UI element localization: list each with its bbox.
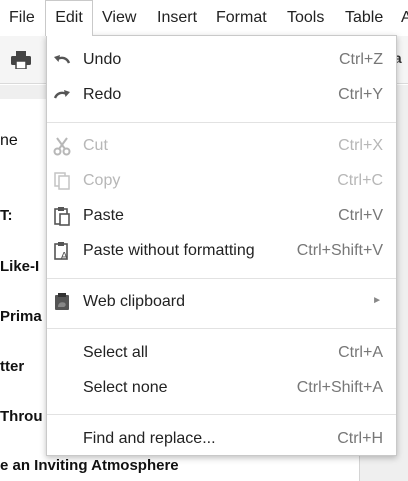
menu-table[interactable]: Table [345, 0, 383, 36]
web-clipboard-icon [55, 293, 69, 310]
menu-item-shortcut: Ctrl+H [337, 430, 383, 447]
menu-item-web-clipboard[interactable]: Web clipboard ► [47, 285, 396, 319]
menu-item-label: Paste without formatting [83, 242, 255, 259]
menu-view[interactable]: View [102, 0, 136, 36]
document-line: tter [0, 358, 25, 375]
menu-item-select-all[interactable]: Select all Ctrl+A [47, 336, 396, 370]
menu-separator [47, 122, 396, 123]
edit-menu-dropdown: Undo Ctrl+Z Redo Ctrl+Y Cut Ctrl+X Copy … [46, 35, 397, 456]
document-line: e an Inviting Atmosphere [0, 457, 179, 474]
copy-icon [54, 172, 70, 190]
menu-item-undo[interactable]: Undo Ctrl+Z [47, 43, 396, 77]
menu-item-paste[interactable]: Paste Ctrl+V [47, 199, 396, 233]
menu-item-shortcut: Ctrl+Shift+A [296, 379, 383, 396]
document-line: Prima [0, 308, 42, 325]
submenu-arrow-icon: ► [372, 295, 382, 306]
menu-item-label: Select all [83, 344, 148, 361]
menu-item-find-and-replace[interactable]: Find and replace... Ctrl+H [47, 422, 396, 456]
menu-item-shortcut: Ctrl+X [338, 137, 383, 154]
document-line: Like-I [0, 258, 40, 275]
document-line: ne [0, 132, 18, 149]
menu-bar: File Edit View Insert Format Tools Table… [0, 0, 408, 36]
svg-text:A: A [61, 251, 69, 262]
menu-separator [47, 328, 396, 329]
menu-item-label: Select none [83, 379, 168, 396]
menu-item-shortcut: Ctrl+V [338, 207, 383, 224]
menu-item-label: Cut [83, 137, 108, 154]
menu-item-shortcut: Ctrl+A [338, 344, 383, 361]
menu-item-label: Undo [83, 51, 122, 68]
menu-separator [47, 278, 396, 279]
document-line: T: [0, 207, 13, 224]
menu-item-label: Copy [83, 172, 121, 189]
menu-edit[interactable]: Edit [45, 0, 93, 36]
menu-item-shortcut: Ctrl+C [337, 172, 383, 189]
menu-item-cut: Cut Ctrl+X [47, 129, 396, 163]
menu-item-shortcut: Ctrl+Shift+V [296, 242, 383, 259]
menu-item-copy: Copy Ctrl+C [47, 164, 396, 198]
scissors-icon [53, 137, 71, 156]
clipboard-text-icon: A [54, 242, 69, 262]
menu-item-label: Web clipboard [83, 293, 185, 310]
clipboard-icon [54, 207, 70, 226]
undo-icon [54, 55, 71, 64]
menu-format[interactable]: Format [216, 0, 267, 36]
menu-item-select-none[interactable]: Select none Ctrl+Shift+A [47, 371, 396, 405]
menu-overflow[interactable]: A [401, 0, 408, 36]
menu-separator [47, 414, 396, 415]
menu-item-shortcut: Ctrl+Z [339, 51, 383, 68]
menu-item-label: Paste [83, 207, 124, 224]
redo-icon [53, 90, 70, 99]
menu-item-paste-without-formatting[interactable]: A Paste without formatting Ctrl+Shift+V [47, 234, 396, 268]
menu-tools[interactable]: Tools [287, 0, 324, 36]
document-line: Throu [0, 408, 43, 425]
menu-item-shortcut: Ctrl+Y [338, 86, 383, 103]
menu-insert[interactable]: Insert [157, 0, 197, 36]
menu-item-label: Find and replace... [83, 430, 216, 447]
printer-icon[interactable] [11, 51, 31, 69]
menu-item-label: Redo [83, 86, 122, 103]
menu-file[interactable]: File [9, 0, 35, 36]
menu-item-redo[interactable]: Redo Ctrl+Y [47, 78, 396, 112]
